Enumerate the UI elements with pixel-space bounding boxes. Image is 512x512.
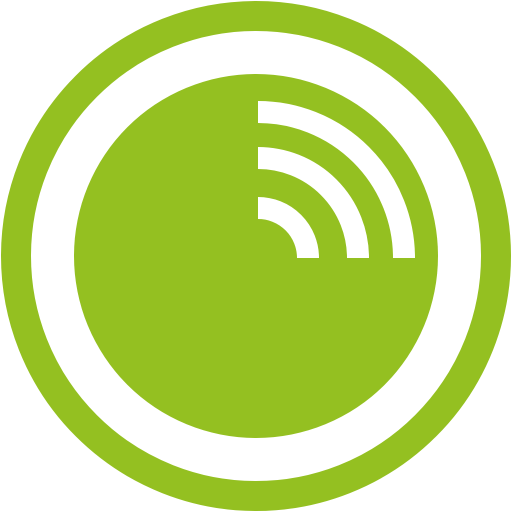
inner-disc xyxy=(74,74,438,438)
wireless-signal-disc-icon xyxy=(1,1,511,511)
app-icon xyxy=(0,0,512,512)
